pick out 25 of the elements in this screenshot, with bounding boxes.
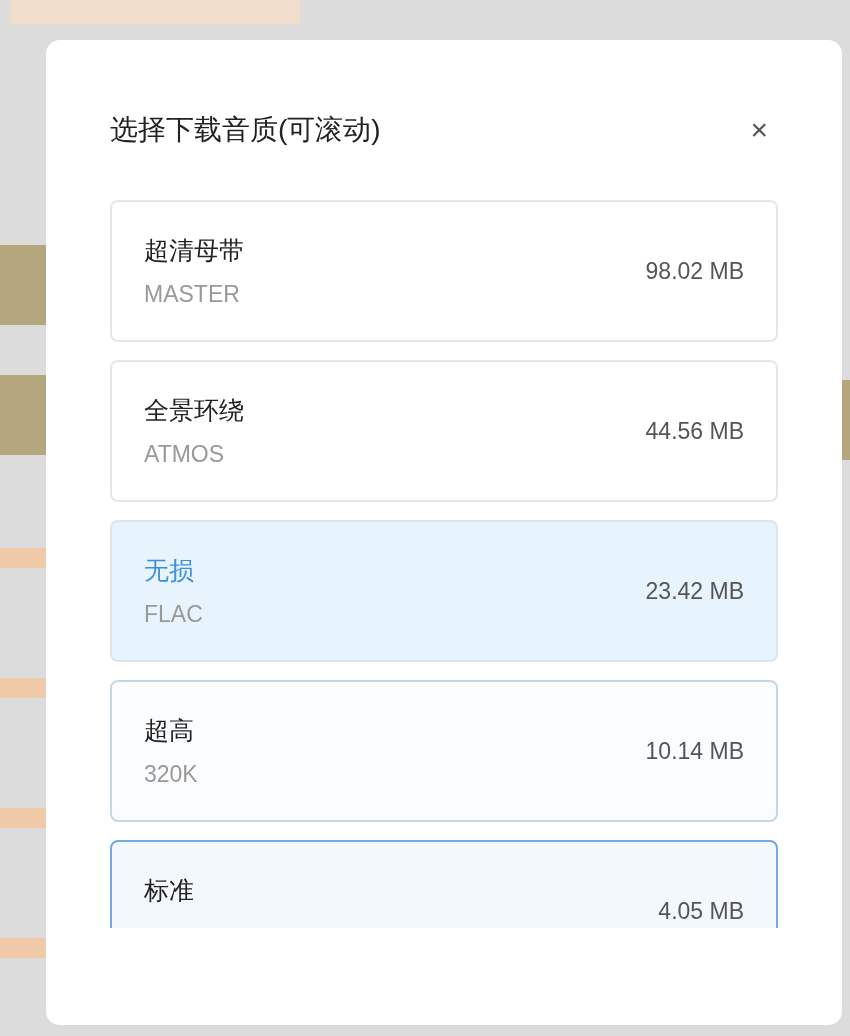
quality-name: 无损: [144, 555, 195, 586]
quality-name: 超高: [144, 715, 195, 746]
close-button[interactable]: ×: [750, 115, 768, 145]
quality-code: ATMOS: [144, 440, 226, 468]
quality-option[interactable]: 无损 FLAC 23.42 MB: [110, 520, 778, 662]
blurred-background-block: [0, 938, 46, 958]
dialog-title: 选择下载音质(可滚动): [110, 113, 381, 147]
quality-code: FLAC: [144, 600, 203, 628]
file-size: 4.05 MB: [658, 896, 744, 926]
blurred-background-block: [0, 548, 46, 568]
blurred-background-block: [0, 808, 46, 828]
quality-option[interactable]: 超清母带 MASTER 98.02 MB: [110, 200, 778, 342]
file-size: 98.02 MB: [645, 256, 744, 286]
file-size: 10.14 MB: [645, 736, 744, 766]
quality-name: 全景环绕: [144, 395, 244, 426]
quality-name: 标准: [144, 875, 194, 906]
quality-option[interactable]: 全景环绕 ATMOS 44.56 MB: [110, 360, 778, 502]
quality-option[interactable]: 标准 4.05 MB: [110, 840, 778, 928]
quality-name: 超清母带: [144, 235, 244, 266]
file-size: 23.42 MB: [645, 576, 744, 606]
quality-option[interactable]: 超高 320K 10.14 MB: [110, 680, 778, 822]
file-size: 44.56 MB: [645, 416, 744, 446]
quality-code: MASTER: [144, 280, 241, 308]
quality-code: 320K: [144, 760, 198, 788]
blurred-background-block: [0, 678, 46, 698]
